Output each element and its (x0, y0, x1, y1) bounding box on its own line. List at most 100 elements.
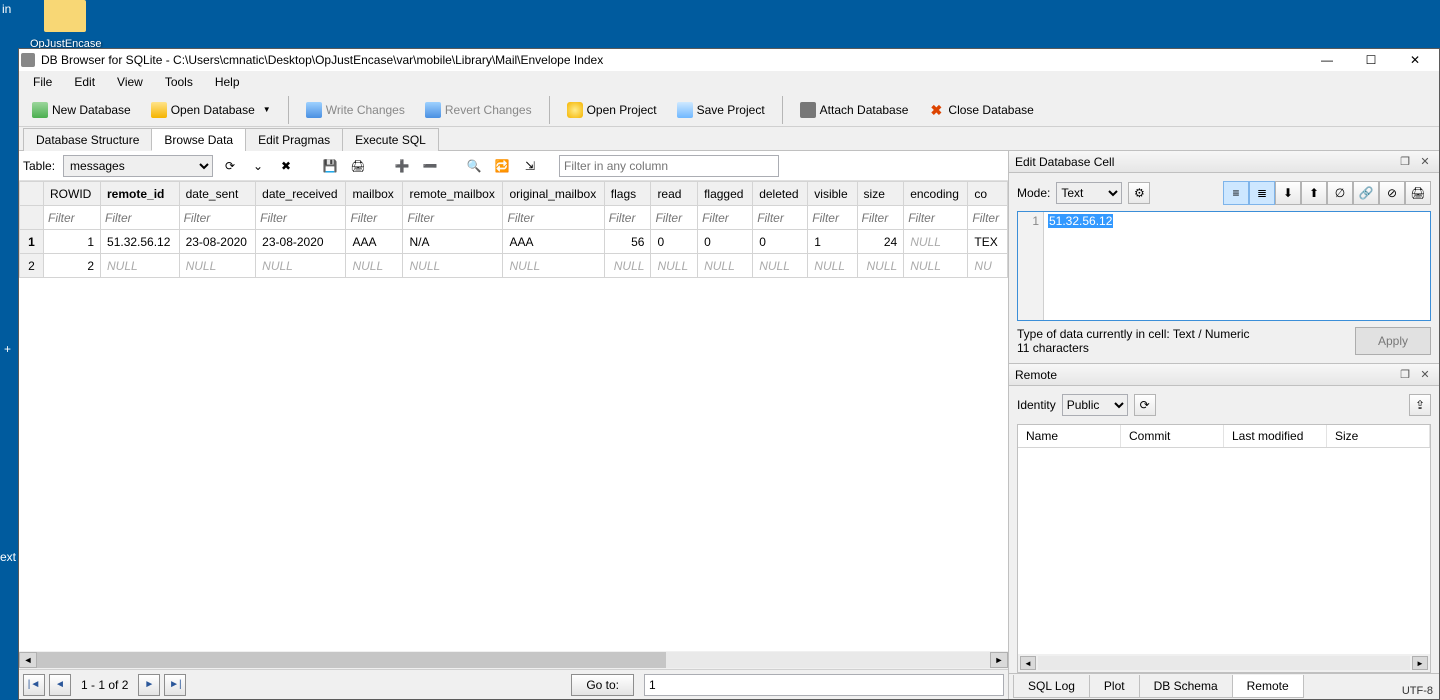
clear-cell-icon[interactable]: ⊘ (1379, 181, 1405, 205)
write-changes-button[interactable]: Write Changes (297, 98, 414, 122)
grid-cell[interactable]: AAA (503, 230, 604, 254)
remote-horizontal-scrollbar[interactable]: ◄ ► (1018, 654, 1430, 672)
grid-cell[interactable]: NULL (256, 254, 346, 278)
remote-float-button[interactable]: ❐ (1397, 368, 1413, 382)
tab-database-structure[interactable]: Database Structure (23, 128, 152, 151)
last-page-button[interactable]: ►| (164, 674, 186, 696)
grid-cell[interactable]: NULL (753, 254, 808, 278)
export-cell-icon[interactable]: ⬆ (1301, 181, 1327, 205)
identity-refresh-button[interactable]: ⟳ (1134, 394, 1156, 416)
filter-any-column-input[interactable] (559, 155, 779, 177)
grid-cell[interactable]: NULL (904, 254, 968, 278)
import-icon[interactable]: ⬇ (1275, 181, 1301, 205)
column-header[interactable]: co (968, 182, 1008, 206)
grid-cell[interactable]: 0 (651, 230, 698, 254)
remote-list[interactable]: NameCommitLast modifiedSize ◄ ► (1017, 424, 1431, 673)
column-filter-input[interactable] (346, 207, 402, 229)
column-filter-input[interactable] (753, 207, 807, 229)
cell-editor[interactable]: 1 51.32.56.12 (1017, 211, 1431, 321)
print-button[interactable]: 🖨 (347, 155, 369, 177)
column-header[interactable]: flags (604, 182, 651, 206)
editor-value[interactable]: 51.32.56.12 (1044, 212, 1117, 320)
remote-close-button[interactable]: ✕ (1417, 368, 1433, 382)
row-number[interactable]: 1 (20, 230, 44, 254)
wrap-none-icon[interactable]: ≡ (1223, 181, 1249, 205)
revert-changes-button[interactable]: Revert Changes (416, 98, 541, 122)
column-filter-input[interactable] (101, 207, 179, 229)
data-grid[interactable]: ROWIDremote_iddate_sentdate_receivedmail… (19, 181, 1008, 278)
tab-execute-sql[interactable]: Execute SQL (342, 128, 439, 151)
open-project-button[interactable]: Open Project (558, 98, 666, 122)
tab-plot[interactable]: Plot (1089, 675, 1140, 698)
remote-upload-button[interactable]: ⇪ (1409, 394, 1431, 416)
column-header[interactable]: deleted (753, 182, 808, 206)
grid-cell[interactable]: 56 (604, 230, 651, 254)
column-filter-input[interactable] (968, 207, 1007, 229)
grid-cell[interactable]: NULL (904, 230, 968, 254)
menu-file[interactable]: File (23, 73, 62, 91)
column-header[interactable]: ROWID (44, 182, 101, 206)
tab-db-schema[interactable]: DB Schema (1139, 675, 1233, 698)
mode-select[interactable]: Text (1056, 182, 1122, 204)
grid-cell[interactable]: NULL (857, 254, 904, 278)
menu-tools[interactable]: Tools (155, 73, 203, 91)
goto-button[interactable]: Go to: (571, 674, 634, 696)
column-header[interactable]: visible (808, 182, 857, 206)
link-icon[interactable]: 🔗 (1353, 181, 1379, 205)
column-header[interactable]: remote_mailbox (403, 182, 503, 206)
column-filter-input[interactable] (904, 207, 967, 229)
grid-cell[interactable]: N/A (403, 230, 503, 254)
remote-scroll-left[interactable]: ◄ (1020, 656, 1036, 670)
wrap-word-icon[interactable]: ≣ (1249, 181, 1275, 205)
column-filter-input[interactable] (808, 207, 856, 229)
column-header[interactable]: size (857, 182, 904, 206)
grid-cell[interactable]: NULL (503, 254, 604, 278)
grid-cell[interactable]: NULL (403, 254, 503, 278)
menu-view[interactable]: View (107, 73, 153, 91)
remote-column-header[interactable]: Last modified (1224, 425, 1327, 447)
grid-cell[interactable]: 23-08-2020 (179, 230, 256, 254)
column-filter-input[interactable] (44, 207, 100, 229)
grid-cell[interactable]: NULL (101, 254, 180, 278)
column-filter-input[interactable] (858, 207, 904, 229)
refresh-button[interactable]: ⟳ (219, 155, 241, 177)
clear-filters-button[interactable]: ⌄ (247, 155, 269, 177)
grid-cell[interactable]: AAA (346, 230, 403, 254)
remote-column-header[interactable]: Commit (1121, 425, 1224, 447)
grid-cell[interactable]: TEX (968, 230, 1008, 254)
column-filter-input[interactable] (605, 207, 651, 229)
grid-cell[interactable]: NULL (346, 254, 403, 278)
tab-sql-log[interactable]: SQL Log (1013, 675, 1090, 698)
grid-cell[interactable]: 23-08-2020 (256, 230, 346, 254)
grid-cell[interactable]: NU (968, 254, 1008, 278)
column-filter-input[interactable] (698, 207, 752, 229)
tab-remote[interactable]: Remote (1232, 675, 1304, 698)
scroll-left-button[interactable]: ◄ (19, 652, 37, 668)
table-select[interactable]: messages (63, 155, 213, 177)
window-maximize-button[interactable]: ☐ (1349, 49, 1393, 71)
scroll-right-button[interactable]: ► (990, 652, 1008, 668)
save-table-button[interactable]: 💾 (319, 155, 341, 177)
column-header[interactable]: flagged (698, 182, 753, 206)
mode-format-button[interactable]: ⚙ (1128, 182, 1150, 204)
window-close-button[interactable]: ✕ (1393, 49, 1437, 71)
print-cell-icon[interactable]: 🖨 (1405, 181, 1431, 205)
column-filter-input[interactable] (503, 207, 603, 229)
scrollbar-thumb[interactable] (37, 652, 666, 668)
remote-column-header[interactable]: Size (1327, 425, 1430, 447)
tab-edit-pragmas[interactable]: Edit Pragmas (245, 128, 343, 151)
tab-browse-data[interactable]: Browse Data (151, 128, 246, 151)
column-header[interactable]: encoding (904, 182, 968, 206)
grid-cell[interactable]: 1 (808, 230, 857, 254)
grid-cell[interactable]: 2 (44, 254, 101, 278)
goto-input[interactable] (644, 674, 1004, 696)
menu-edit[interactable]: Edit (64, 73, 105, 91)
next-page-button[interactable]: ► (138, 674, 160, 696)
panel-close-button[interactable]: ✕ (1417, 155, 1433, 169)
grid-cell[interactable]: NULL (698, 254, 753, 278)
find-replace-button[interactable]: 🔁 (491, 155, 513, 177)
export-button[interactable]: ⇲ (519, 155, 541, 177)
column-header[interactable]: read (651, 182, 698, 206)
column-header[interactable]: mailbox (346, 182, 403, 206)
apply-button[interactable]: Apply (1355, 327, 1431, 355)
